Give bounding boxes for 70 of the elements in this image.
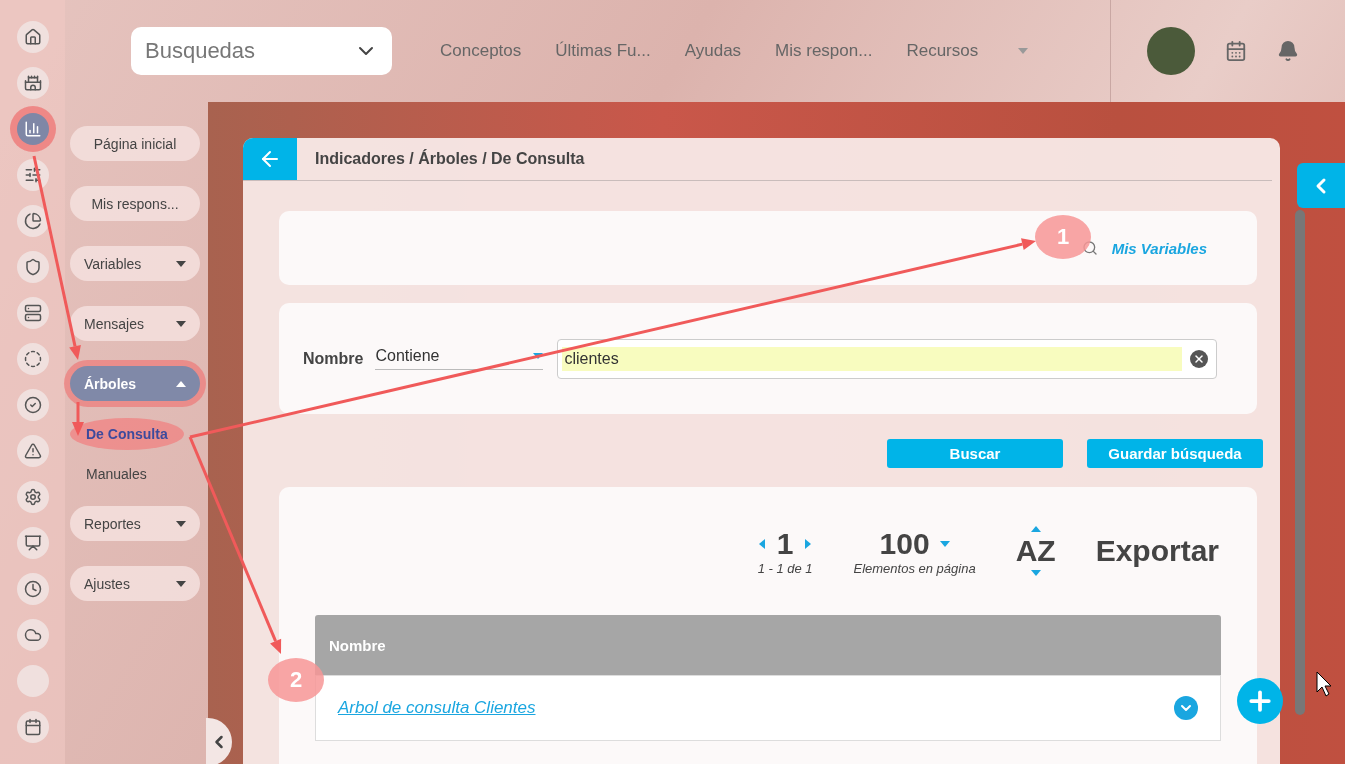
expand-icon[interactable]: [1174, 696, 1198, 720]
cloud-icon: [23, 626, 42, 644]
filter-label: Nombre: [303, 349, 364, 368]
rail-button[interactable]: [16, 389, 49, 421]
rail-button[interactable]: [16, 527, 49, 559]
page-range: 1 - 1 de 1: [757, 560, 813, 576]
nav-link[interactable]: Recursos: [906, 41, 979, 61]
nav-link[interactable]: Mis respon...: [775, 41, 873, 61]
caret-icon: [176, 578, 186, 589]
rail-button[interactable]: [16, 251, 49, 283]
menu-item[interactable]: Variables: [70, 246, 200, 281]
clock-icon: [23, 580, 42, 598]
page-size-label: Elementos en página: [853, 560, 976, 576]
column-header: Nombre: [315, 615, 1221, 675]
rail-button[interactable]: [16, 343, 49, 375]
clear-icon[interactable]: [1190, 349, 1209, 368]
sort-button[interactable]: AZ: [1015, 534, 1056, 568]
calendar-icon: [23, 718, 42, 736]
rook-icon: [23, 74, 42, 92]
rail-button[interactable]: [16, 619, 49, 651]
filter-icon: [23, 166, 42, 184]
rail-button[interactable]: [16, 297, 49, 329]
gears-icon: [23, 488, 42, 506]
sort-up-icon[interactable]: [1030, 524, 1041, 534]
caret-icon: [176, 318, 186, 329]
rail-button[interactable]: [16, 435, 49, 467]
rail-button[interactable]: [16, 21, 49, 53]
caret-icon: [176, 258, 186, 269]
page-size[interactable]: 100: [879, 526, 930, 561]
sort-down-icon[interactable]: [1030, 568, 1041, 578]
export-button[interactable]: Exportar: [1095, 534, 1219, 568]
page-number: 1: [776, 526, 794, 561]
check-icon: [23, 396, 42, 414]
submenu-item[interactable]: Manuales: [70, 458, 163, 490]
cycle-icon: [23, 350, 42, 368]
list-icon: [23, 304, 42, 322]
alert-icon: [23, 442, 42, 460]
rail-button[interactable]: [16, 159, 49, 191]
rail-button[interactable]: [16, 481, 49, 513]
avatar[interactable]: [1147, 27, 1195, 75]
nav-link[interactable]: Últimas Fu...: [555, 41, 651, 61]
pie-icon: [23, 212, 42, 230]
menu-item[interactable]: Mis respons...: [70, 186, 200, 221]
breadcrumb: Indicadores / Árboles / De Consulta: [314, 150, 585, 168]
annotation-arrow: [72, 402, 84, 436]
board-icon: [23, 534, 42, 552]
calendar-icon[interactable]: [1225, 40, 1247, 62]
menu-item[interactable]: Árboles: [70, 366, 200, 401]
search-field[interactable]: clientes: [557, 338, 1218, 379]
shield-icon: [23, 258, 42, 276]
rail-button[interactable]: [16, 573, 49, 605]
cursor-icon: [1316, 671, 1332, 697]
home-icon: [23, 28, 42, 46]
search-dropdown[interactable]: Busquedas: [131, 27, 392, 75]
menu-item[interactable]: Mensajes: [70, 306, 200, 341]
submenu-item[interactable]: De Consulta: [70, 418, 184, 450]
caret-icon[interactable]: [939, 538, 950, 549]
menu-item[interactable]: Página inicial: [70, 126, 200, 161]
menu-item[interactable]: Ajustes: [70, 566, 200, 601]
chart-icon: [23, 120, 42, 138]
scrollbar[interactable]: [1295, 210, 1305, 715]
rail-button[interactable]: [16, 67, 49, 99]
nav-link[interactable]: Conceptos: [440, 41, 522, 61]
rail-button[interactable]: [16, 205, 49, 237]
nav-link[interactable]: Ayudas: [684, 41, 742, 61]
operator-select[interactable]: Contiene: [375, 347, 544, 370]
caret-icon: [176, 518, 186, 529]
rail-button[interactable]: [16, 711, 49, 743]
bell-icon[interactable]: [1277, 40, 1299, 62]
menu-item[interactable]: Reportes: [70, 506, 200, 541]
